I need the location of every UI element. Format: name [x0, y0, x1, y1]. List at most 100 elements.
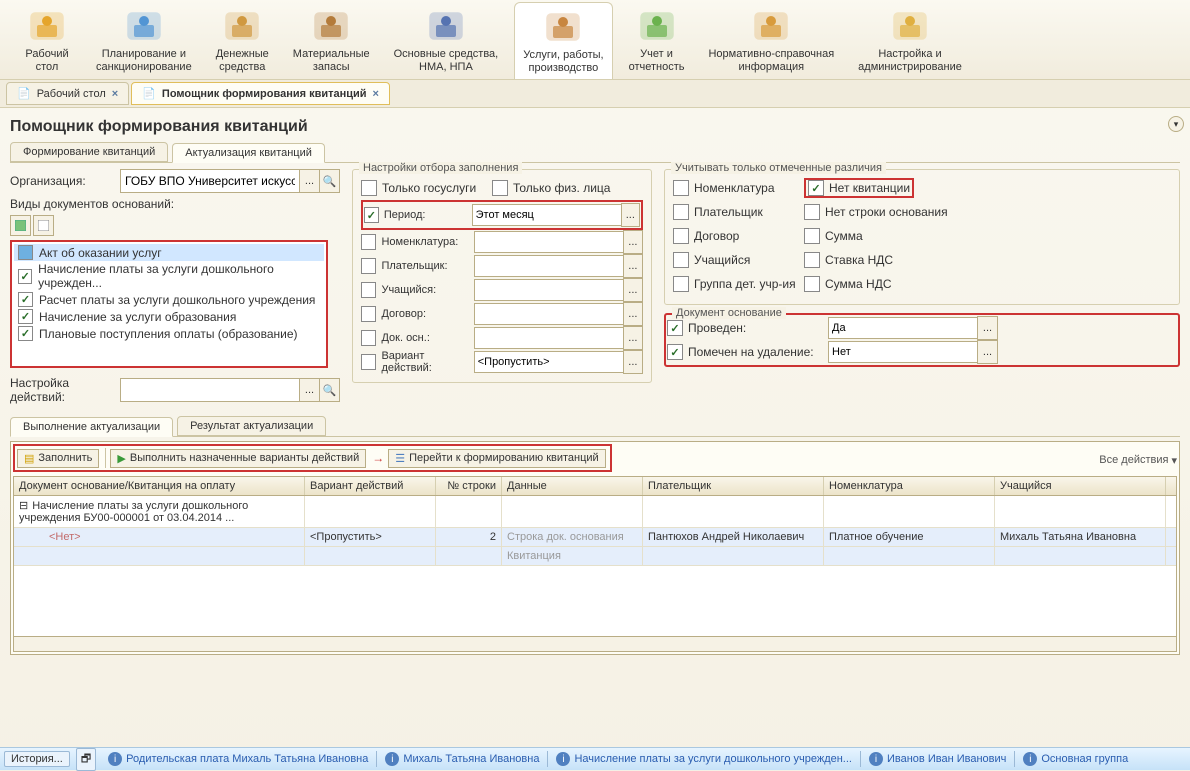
table-row[interactable]: Квитанция — [14, 547, 1176, 566]
ribbon-item[interactable]: Денежные средства — [208, 2, 277, 78]
uch-input[interactable] — [474, 279, 624, 301]
vypolnit-button[interactable]: ▶Выполнить назначенные варианты действий — [110, 449, 366, 468]
ribbon-item[interactable]: Рабочий стол — [14, 2, 80, 78]
checkbox-icon[interactable] — [18, 326, 33, 341]
tab[interactable]: 📄Помощник формирования квитанций× — [131, 82, 390, 105]
ribbon-item[interactable]: Материальные запасы — [285, 2, 378, 78]
statusbar-link[interactable]: iМихаль Татьяна Ивановна — [385, 752, 539, 766]
gh-uch[interactable]: Учащийся — [995, 477, 1166, 495]
chk-diff-nokvit[interactable] — [808, 180, 824, 196]
subtab-formirovanie[interactable]: Формирование квитанций — [10, 142, 168, 162]
gh-doc[interactable]: Документ основание/Квитанция на оплату — [14, 477, 305, 495]
doctype-item[interactable]: Начисление платы за услуги дошкольного у… — [14, 261, 324, 291]
period-input[interactable] — [472, 204, 622, 226]
chk-nomen[interactable] — [361, 234, 376, 250]
dog-dots[interactable]: ... — [623, 302, 643, 326]
doctype-item[interactable]: Начисление за услуги образования — [14, 308, 324, 325]
chk-diff-summa[interactable] — [804, 228, 820, 244]
plat-input[interactable] — [474, 255, 624, 277]
ribbon-item[interactable]: Основные средства, НМА, НПА — [386, 2, 507, 78]
subtab2-rezultat[interactable]: Результат актуализации — [177, 416, 326, 436]
org-search-button[interactable]: 🔍 — [319, 169, 340, 193]
dog-input[interactable] — [474, 303, 624, 325]
ribbon-item[interactable]: Нормативно-справочная информация — [700, 2, 842, 78]
chk-diff-grp[interactable] — [673, 276, 689, 292]
chk-diff-nds[interactable] — [804, 252, 820, 268]
deleted-dots[interactable]: ... — [977, 340, 998, 364]
settings-input[interactable] — [120, 378, 300, 402]
chk-dog[interactable] — [361, 306, 376, 322]
actions-bar: ▤Заполнить ▶Выполнить назначенные вариан… — [13, 444, 612, 472]
table-row[interactable]: ⊟Начисление платы за услуги дошкольного … — [14, 496, 1176, 528]
org-dots-button[interactable]: ... — [299, 169, 320, 193]
docosn-input[interactable] — [474, 327, 624, 349]
checkbox-icon[interactable] — [18, 292, 33, 307]
ribbon-item[interactable]: Учет и отчетность — [621, 2, 693, 78]
proveden-input[interactable] — [828, 317, 978, 339]
pereiti-button[interactable]: ☰Перейти к формированию квитанций — [388, 449, 605, 468]
chk-period[interactable] — [364, 207, 379, 223]
check-all-button[interactable] — [10, 215, 31, 236]
checkbox-icon[interactable] — [18, 269, 32, 284]
chk-variant[interactable] — [361, 354, 376, 370]
uncheck-all-button[interactable] — [33, 215, 54, 236]
gh-variant[interactable]: Вариант действий — [305, 477, 436, 495]
chk-uch[interactable] — [361, 282, 376, 298]
uch-dots[interactable]: ... — [623, 278, 643, 302]
grid-hscroll[interactable] — [13, 637, 1177, 652]
nomen-dots[interactable]: ... — [623, 230, 643, 254]
table-row[interactable]: <Нет><Пропустить>2Строка док. основанияП… — [14, 528, 1176, 547]
doctype-item[interactable]: Расчет платы за услуги дошкольного учреж… — [14, 291, 324, 308]
checkbox-icon[interactable] — [18, 309, 33, 324]
deleted-input[interactable] — [828, 341, 978, 363]
zapolnit-button[interactable]: ▤Заполнить — [17, 449, 99, 468]
tab-close-icon[interactable]: × — [112, 88, 118, 100]
chk-docosn[interactable] — [361, 330, 376, 346]
tab[interactable]: 📄Рабочий стол× — [6, 82, 129, 105]
ribbon-item[interactable]: Планирование и санкционирование — [88, 2, 200, 78]
chk-deleted[interactable] — [667, 344, 683, 360]
docosn-dots[interactable]: ... — [623, 326, 643, 350]
plat-dots[interactable]: ... — [623, 254, 643, 278]
chk-diff-nomen[interactable] — [673, 180, 689, 196]
chk-diff-dog[interactable] — [673, 228, 689, 244]
sb-icon-button[interactable]: 🗗 — [76, 748, 96, 771]
statusbar-link[interactable]: iИванов Иван Иванович — [869, 752, 1006, 766]
gh-data[interactable]: Данные — [502, 477, 643, 495]
chk-fizlica[interactable] — [492, 180, 508, 196]
gh-plat[interactable]: Плательщик — [643, 477, 824, 495]
proveden-dots[interactable]: ... — [977, 316, 998, 340]
nomen-input[interactable] — [474, 231, 624, 253]
subtab2-vypolnenie[interactable]: Выполнение актуализации — [10, 417, 173, 437]
org-input[interactable] — [120, 169, 300, 193]
settings-dots-button[interactable]: ... — [299, 378, 320, 402]
result-grid[interactable]: Документ основание/Квитанция на оплату В… — [13, 476, 1177, 637]
chk-diff-sndc[interactable] — [804, 276, 820, 292]
variant-dots[interactable]: ... — [623, 350, 643, 374]
subtab-aktualizaciya[interactable]: Актуализация квитанций — [172, 143, 325, 163]
history-button[interactable]: История... — [4, 751, 70, 767]
ribbon-item[interactable]: Настройка и администрирование — [850, 2, 970, 78]
chk-diff-plat[interactable] — [673, 204, 689, 220]
statusbar-link[interactable]: iНачисление платы за услуги дошкольного … — [556, 752, 852, 766]
all-actions-button[interactable]: Все действия▾ — [1099, 454, 1177, 467]
gh-nomen[interactable]: Номенклатура — [824, 477, 995, 495]
chk-diff-nostr[interactable] — [804, 204, 820, 220]
statusbar-link[interactable]: iРодительская плата Михаль Татьяна Ивано… — [108, 752, 368, 766]
tab-close-icon[interactable]: × — [373, 88, 379, 100]
statusbar-link[interactable]: iОсновная группа — [1023, 752, 1128, 766]
chk-diff-uch[interactable] — [673, 252, 689, 268]
checkbox-icon[interactable] — [18, 245, 33, 260]
doctype-item[interactable]: Акт об оказании услуг — [14, 244, 324, 261]
chk-proveden[interactable] — [667, 320, 683, 336]
doctype-item[interactable]: Плановые поступления оплаты (образование… — [14, 325, 324, 342]
settings-search-button[interactable]: 🔍 — [319, 378, 340, 402]
gh-num[interactable]: № строки — [436, 477, 502, 495]
variant-input[interactable] — [474, 351, 624, 373]
grid-body[interactable]: ⊟Начисление платы за услуги дошкольного … — [14, 496, 1176, 636]
ribbon-item[interactable]: Услуги, работы, производство — [514, 2, 612, 79]
period-dots[interactable]: ... — [621, 203, 640, 227]
chk-gosuslugi[interactable] — [361, 180, 377, 196]
chk-plat[interactable] — [361, 258, 376, 274]
collapse-button[interactable]: ▾ — [1168, 116, 1184, 132]
